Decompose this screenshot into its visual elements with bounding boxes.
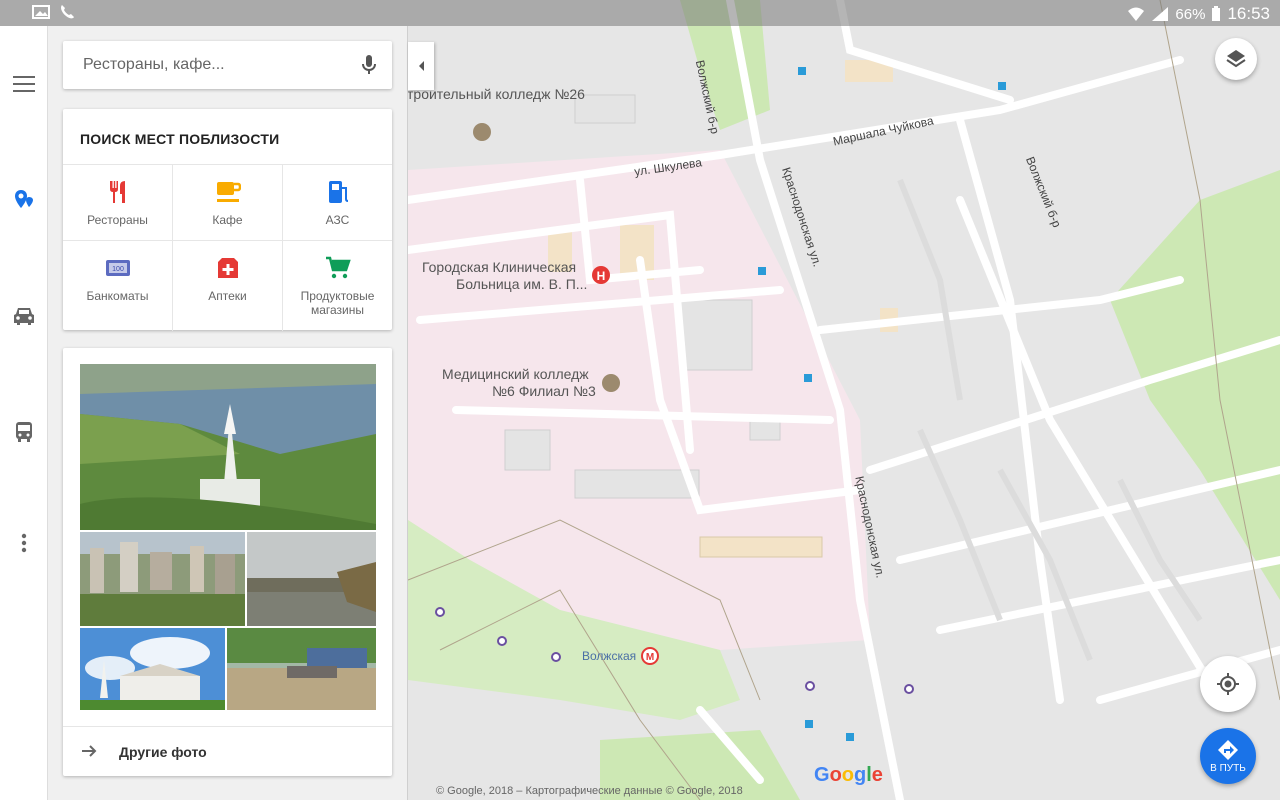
pharmacy-icon: [218, 258, 238, 278]
transit-button[interactable]: [0, 412, 48, 452]
category-pharmacy[interactable]: Аптеки: [173, 241, 283, 331]
photo-river-bank-image: [247, 532, 376, 626]
photo-park-field-image: [227, 628, 376, 710]
explore-button[interactable]: [0, 180, 48, 220]
hospital-label-line2: Больница им. В. П...: [456, 276, 588, 292]
medical-college-line2: №6 Филиал №3: [492, 383, 596, 399]
grocery-icon: [326, 256, 351, 279]
photo-church-sky[interactable]: [80, 628, 225, 710]
wifi-icon: [1128, 7, 1145, 21]
category-label: Рестораны: [87, 213, 148, 227]
nearby-categories-grid: Рестораны Кафе АЗС 100 Банкоматы Аптеки: [63, 164, 392, 331]
menu-button[interactable]: [0, 64, 48, 104]
map-label-medical-college[interactable]: Медицинский колледж №6 Филиал №3: [442, 366, 596, 400]
cafe-icon: [217, 182, 241, 202]
signal-icon: [1152, 7, 1169, 21]
category-label: Банкоматы: [86, 289, 149, 303]
category-restaurants[interactable]: Рестораны: [63, 165, 173, 241]
gallery-icon: [32, 5, 50, 19]
category-label: Продуктовые магазины: [300, 289, 375, 317]
nearby-places-card: ПОИСК МЕСТ ПОБЛИЗОСТИ Рестораны Кафе АЗС…: [63, 109, 392, 331]
photo-city-aerial-image: [80, 532, 245, 626]
more-photos-button[interactable]: Другие фото: [63, 726, 392, 776]
more-options-button[interactable]: [0, 523, 48, 563]
category-label: Кафе: [212, 213, 243, 227]
gas-station-icon: [329, 181, 349, 203]
directions-button[interactable]: В ПУТЬ: [1200, 728, 1256, 784]
photo-church-river-image: [80, 364, 376, 530]
microphone-icon[interactable]: [360, 54, 378, 76]
atm-icon: 100: [106, 260, 130, 276]
google-logo: Google: [814, 764, 883, 786]
nearby-title: ПОИСК МЕСТ ПОБЛИЗОСТИ: [80, 131, 280, 147]
photo-church-river[interactable]: [80, 364, 376, 530]
my-location-button[interactable]: [1200, 656, 1256, 712]
search-box[interactable]: Рестораны, кафе...: [63, 41, 392, 89]
map-copyright: © Google, 2018 – Картографические данные…: [436, 785, 743, 797]
battery-icon: [1212, 6, 1221, 21]
svg-text:100: 100: [112, 266, 124, 273]
category-grocery[interactable]: Продуктовые магазины: [283, 241, 392, 331]
photo-river-bank[interactable]: [247, 532, 376, 626]
category-gas-station[interactable]: АЗС: [283, 165, 392, 241]
call-icon: [61, 5, 74, 19]
layers-icon: [1226, 50, 1246, 68]
restaurant-icon: [110, 181, 125, 203]
hospital-label-line1: Городская Клиническая: [422, 259, 577, 275]
category-label: АЗС: [325, 213, 350, 227]
arrow-forward-icon: [82, 745, 97, 757]
explore-pin-icon: [15, 190, 33, 208]
photo-church-sky-image: [80, 628, 225, 710]
car-icon: [14, 308, 34, 325]
layers-button[interactable]: [1215, 38, 1257, 80]
battery-percent: 66%: [1175, 5, 1206, 23]
side-panel: Рестораны, кафе... ПОИСК МЕСТ ПОБЛИЗОСТИ…: [48, 26, 408, 800]
driving-button[interactable]: [0, 296, 48, 336]
search-input[interactable]: Рестораны, кафе...: [83, 56, 225, 74]
my-location-icon: [1217, 673, 1239, 695]
status-bar: 66% 16:53: [0, 0, 1280, 26]
category-atm[interactable]: 100 Банкоматы: [63, 241, 173, 331]
directions-label: В ПУТЬ: [1210, 762, 1246, 774]
photo-city-aerial[interactable]: [80, 532, 245, 626]
bus-icon: [16, 422, 32, 442]
medical-college-line1: Медицинский колледж: [442, 366, 589, 382]
navigation-rail: [0, 26, 48, 800]
category-cafe[interactable]: Кафе: [173, 165, 283, 241]
collapse-panel-button[interactable]: [408, 42, 434, 90]
hamburger-menu-icon: [13, 76, 35, 92]
metro-label[interactable]: Волжская: [582, 649, 636, 663]
svg-text:H: H: [597, 269, 606, 283]
svg-text:M: M: [646, 652, 654, 663]
more-photos-label: Другие фото: [119, 744, 207, 760]
more-vert-icon: [21, 533, 27, 553]
category-label: Аптеки: [208, 289, 247, 303]
photo-park-field[interactable]: [227, 628, 376, 710]
map-label-hospital[interactable]: Городская Клиническая Больница им. В. П.…: [422, 259, 587, 293]
clock: 16:53: [1227, 4, 1270, 23]
photos-card: Другие фото: [63, 348, 392, 776]
chevron-left-icon: [419, 61, 424, 71]
directions-icon: [1218, 739, 1238, 760]
